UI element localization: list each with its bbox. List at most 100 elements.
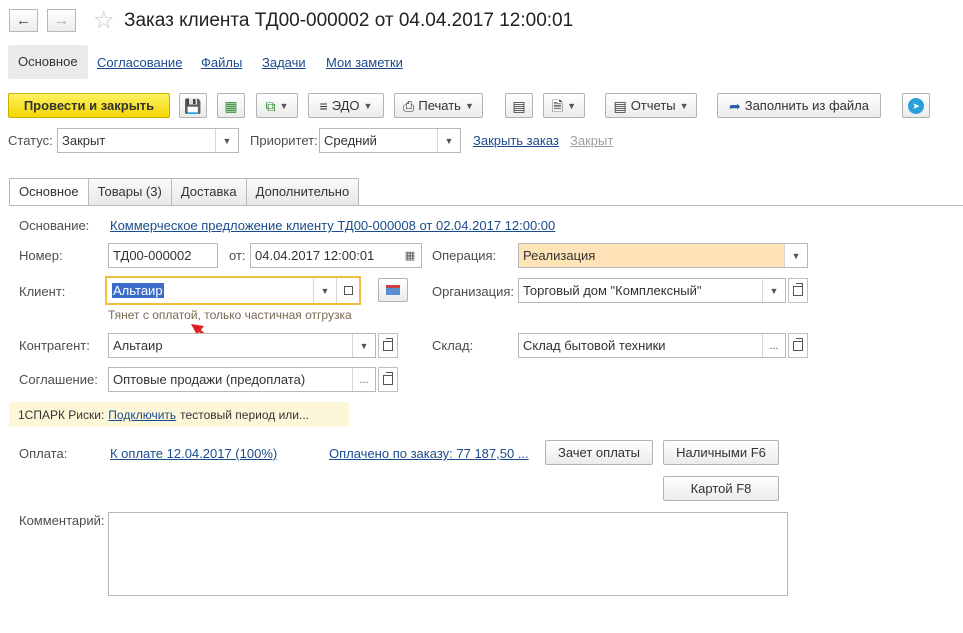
calendar-icon[interactable]: ▦ <box>399 244 421 267</box>
post-document-icon: ▦ <box>224 97 238 114</box>
star-icon[interactable]: ☆ <box>93 6 115 35</box>
edo-button[interactable]: ≡ ЭДО ▼ <box>308 93 384 118</box>
tab-goods[interactable]: Товары (3) <box>87 178 172 205</box>
open-icon <box>383 371 393 385</box>
cash-label: Наличными F6 <box>676 445 766 460</box>
spark-prefix: 1СПАРК Риски: <box>18 407 105 422</box>
agreement-label: Соглашение: <box>19 372 98 387</box>
close-order-link[interactable]: Закрыть заказ <box>473 133 559 148</box>
warehouse-value: Склад бытовой техники <box>523 338 666 353</box>
chevron-down-icon[interactable]: ▼ <box>313 278 336 303</box>
operation-label: Операция: <box>432 248 497 263</box>
tab-additional[interactable]: Дополнительно <box>245 178 360 205</box>
ellipsis-icon[interactable]: ... <box>762 334 785 357</box>
open-warehouse-button[interactable] <box>788 333 808 358</box>
offset-payment-label: Зачет оплаты <box>557 445 641 460</box>
number-value: ТД00-000002 <box>113 248 192 263</box>
closed-link: Закрыт <box>570 133 614 148</box>
section-tab-files[interactable]: Файлы <box>201 55 242 70</box>
post-button[interactable]: ▦ <box>217 93 245 118</box>
ellipsis-icon[interactable]: ... <box>352 368 375 391</box>
client-field[interactable]: Альтаир ▼ <box>105 276 361 305</box>
agreement-value: Оптовые продажи (предоплата) <box>113 372 306 387</box>
client-label: Клиент: <box>19 284 66 299</box>
arrow-right-icon: → <box>54 12 69 29</box>
basis-link[interactable]: Коммерческое предложение клиенту ТД00-00… <box>110 218 555 233</box>
client-card-button[interactable] <box>378 278 408 302</box>
offset-payment-button[interactable]: Зачет оплаты <box>545 440 653 465</box>
comment-field[interactable] <box>108 512 788 596</box>
warehouse-select[interactable]: Склад бытовой техники ... <box>518 333 786 358</box>
fill-arrow-icon: ➦ <box>728 97 741 114</box>
paid-link[interactable]: Оплачено по заказу: 77 187,50 ... <box>329 446 529 461</box>
chevron-down-icon[interactable]: ▼ <box>784 244 807 267</box>
section-tab-notes[interactable]: Мои заметки <box>326 55 403 70</box>
basis-label: Основание: <box>19 218 90 233</box>
fill-from-file-button[interactable]: ➦ Заполнить из файла <box>717 93 881 118</box>
spark-connect-link[interactable]: Подключить <box>108 408 176 422</box>
priority-value: Средний <box>324 133 377 148</box>
operation-value: Реализация <box>523 248 596 263</box>
reports-icon: ▤ <box>613 97 627 114</box>
agreement-select[interactable]: Оптовые продажи (предоплата) ... <box>108 367 376 392</box>
tab-delivery[interactable]: Доставка <box>170 178 247 205</box>
priority-select[interactable]: Средний ▼ <box>319 128 461 153</box>
chevron-down-icon: ▼ <box>567 100 577 111</box>
number-field[interactable]: ТД00-000002 <box>108 243 218 268</box>
card-button[interactable]: Картой F8 <box>663 476 779 501</box>
organization-select[interactable]: Торговый дом "Комплексный" ▼ <box>518 278 786 303</box>
chevron-down-icon[interactable]: ▼ <box>215 129 238 152</box>
forward-button[interactable]: → <box>47 9 76 32</box>
structure-button[interactable]: ▤ <box>505 93 533 118</box>
chevron-down-icon[interactable]: ▼ <box>762 279 785 302</box>
section-tab-main[interactable]: Основное <box>8 45 88 79</box>
chevron-down-icon: ▼ <box>279 100 289 111</box>
telegram-button[interactable]: ➤ <box>902 93 930 118</box>
section-tab-approval[interactable]: Согласование <box>97 55 182 70</box>
client-value-wrap: Альтаир <box>107 283 313 298</box>
open-icon <box>383 337 393 351</box>
section-tab-tasks[interactable]: Задачи <box>262 55 306 70</box>
save-button[interactable]: 💾 <box>179 93 207 118</box>
post-and-close-button[interactable]: Провести и закрыть <box>8 93 170 118</box>
operation-select[interactable]: Реализация ▼ <box>518 243 808 268</box>
printer-icon: ⎙ <box>403 97 415 114</box>
date-field[interactable]: 04.04.2017 12:00:01 ▦ <box>250 243 422 268</box>
create-based-on-button[interactable]: ⧉ ▼ <box>256 93 298 118</box>
status-select[interactable]: Закрыт ▼ <box>57 128 239 153</box>
document-clock-icon: 🗎 <box>551 97 564 114</box>
tab-main[interactable]: Основное <box>9 178 89 206</box>
card-icon <box>386 285 400 295</box>
card-label: Картой F8 <box>690 481 752 496</box>
reports-button[interactable]: ▤ Отчеты ▼ <box>605 93 697 118</box>
chevron-down-icon[interactable]: ▼ <box>352 334 375 357</box>
status-value: Закрыт <box>62 133 106 148</box>
chevron-down-icon: ▼ <box>363 100 373 111</box>
chevron-down-icon[interactable]: ▼ <box>437 129 460 152</box>
attachments-button[interactable]: 🗎 ▼ <box>543 93 585 118</box>
counterparty-select[interactable]: Альтаир ▼ <box>108 333 376 358</box>
date-value: 04.04.2017 12:00:01 <box>255 248 375 263</box>
open-organization-button[interactable] <box>788 278 808 303</box>
client-value: Альтаир <box>112 283 164 298</box>
list-icon: ▤ <box>512 97 526 114</box>
open-client-icon[interactable] <box>336 278 359 303</box>
organization-label: Организация: <box>432 284 515 299</box>
page-title: Заказ клиента ТД00-000002 от 04.04.2017 … <box>124 10 574 31</box>
spark-banner: 1СПАРК Риски: Подключить тестовый период… <box>9 402 349 427</box>
payment-link[interactable]: К оплате 12.04.2017 (100%) <box>110 446 277 461</box>
floppy-icon: 💾 <box>184 97 202 114</box>
date-label: от: <box>229 248 246 263</box>
cash-button[interactable]: Наличными F6 <box>663 440 779 465</box>
counterparty-value: Альтаир <box>113 338 163 353</box>
print-button[interactable]: ⎙ Печать ▼ <box>394 93 483 118</box>
back-button[interactable]: ← <box>9 9 38 32</box>
create-based-icon: ⧉ <box>265 97 276 114</box>
open-icon <box>793 337 803 351</box>
comment-label: Комментарий: <box>19 513 105 528</box>
open-agreement-button[interactable] <box>378 367 398 392</box>
edo-label: ЭДО <box>331 98 360 113</box>
chevron-down-icon: ▼ <box>679 100 689 111</box>
document-tabs: Основное Товары (3) Доставка Дополнитель… <box>9 178 360 206</box>
open-counterparty-button[interactable] <box>378 333 398 358</box>
